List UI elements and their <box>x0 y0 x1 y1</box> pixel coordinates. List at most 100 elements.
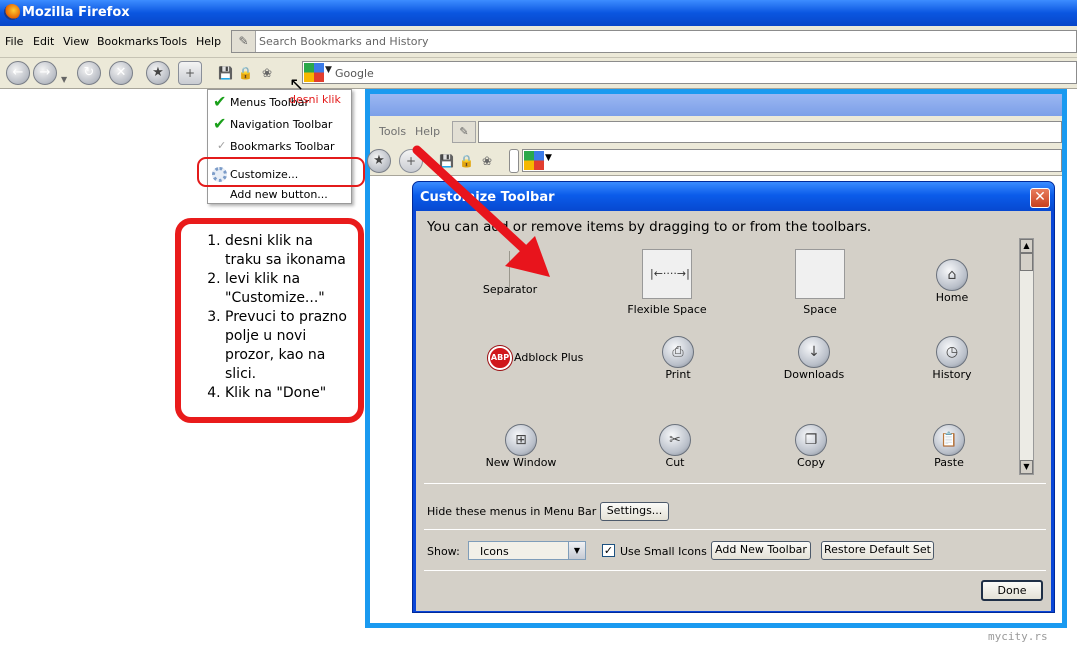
palette-item-label: History <box>932 368 972 381</box>
menu-tools[interactable]: Tools <box>160 35 187 48</box>
palette-item-label: Space <box>803 303 837 316</box>
palette-item-label: Flexible Space <box>627 303 707 316</box>
new-window-icon: ⊞ <box>505 424 537 456</box>
scroll-thumb[interactable] <box>1020 253 1033 271</box>
show-label: Show: <box>427 545 460 558</box>
divider <box>424 529 1046 530</box>
copy-icon: ❐ <box>795 424 827 456</box>
palette-item-new-window[interactable]: ⊞ New Window <box>456 424 586 501</box>
divider <box>424 483 1046 484</box>
palette-item-label: Copy <box>797 456 825 469</box>
back-button[interactable]: ← <box>6 61 30 85</box>
palette-item-copy[interactable]: ❐ Copy <box>746 424 876 501</box>
cut-icon: ✂ <box>659 424 691 456</box>
history-icon: ◷ <box>936 336 968 368</box>
save-icon[interactable]: 💾 <box>218 66 233 80</box>
new-tab-button[interactable]: + <box>178 61 202 85</box>
palette-item-print[interactable]: ⎙ Print <box>613 336 743 413</box>
use-small-icons-label: Use Small Icons <box>620 545 707 558</box>
menu-help[interactable]: Help <box>196 35 221 48</box>
palette-item-label: Adblock Plus <box>514 351 584 364</box>
stop-button[interactable]: ✕ <box>109 61 133 85</box>
close-icon[interactable]: ✕ <box>1030 188 1050 208</box>
instruction-step: desni klik na traku sa ikonama <box>225 232 352 270</box>
abp-icon: ABP <box>488 346 512 370</box>
done-button[interactable]: Done <box>981 580 1043 601</box>
menu-file[interactable]: File <box>5 35 23 48</box>
scroll-down-icon[interactable]: ▼ <box>1020 460 1033 474</box>
window-title: Mozilla Firefox <box>22 5 130 20</box>
palette-item-paste[interactable]: 📋 Paste <box>884 424 1014 501</box>
chevron-down-icon[interactable]: ▼ <box>325 65 332 75</box>
menu-view[interactable]: View <box>63 35 89 48</box>
scroll-up-icon[interactable]: ▲ <box>1020 239 1033 253</box>
history-dropdown-icon[interactable]: ▼ <box>61 75 67 84</box>
instruction-step: levi klik na "Customize..." <box>225 270 352 308</box>
navigation-toolbar[interactable]: ← → ▼ ↻ ✕ ★ + 💾 🔒 ❀ ▼ Google <box>0 58 1077 89</box>
inner-bookmarks-search-input[interactable]: ✎ <box>452 121 1062 143</box>
bookmarks-search-placeholder: Search Bookmarks and History <box>259 35 429 48</box>
web-search-input[interactable]: ▼ Google <box>302 61 1077 84</box>
palette-item-label: Print <box>665 368 691 381</box>
inner-menu-tools[interactable]: Tools <box>379 125 406 138</box>
inner-web-search-input[interactable]: ▼ <box>522 149 1062 172</box>
menu-item-label: Navigation Toolbar <box>230 118 333 131</box>
menu-item-bookmarks-toolbar[interactable]: ✓ Bookmarks Toolbar <box>208 136 351 156</box>
instruction-step: Prevuci to prazno polje u novi prozor, k… <box>225 308 352 384</box>
addons-icon[interactable]: ❀ <box>260 66 274 80</box>
menu-edit[interactable]: Edit <box>33 35 54 48</box>
instructions-box: desni klik na traku sa ikonama levi klik… <box>175 218 364 423</box>
menu-item-navigation-toolbar[interactable]: ✔ Navigation Toolbar <box>208 114 351 134</box>
inner-titlebar <box>370 94 1062 116</box>
palette-item-adblock-plus[interactable]: ABP Adblock Plus <box>476 343 606 413</box>
lock-icon[interactable]: 🔒 <box>238 66 253 80</box>
hide-menus-label: Hide these menus in Menu Bar <box>427 505 597 518</box>
search-engine-name: Google <box>335 67 374 80</box>
palette-item-label: Home <box>935 291 969 304</box>
menubar: File Edit View Bookmarks Tools Help ✎ Se… <box>0 26 1077 58</box>
palette-item-home[interactable]: ⌂ Home <box>887 249 1017 319</box>
tag-icon: ✎ <box>232 31 256 52</box>
right-click-annotation: desni klik <box>289 93 341 106</box>
palette-item-flexible-space[interactable]: |←····→| Flexible Space <box>602 249 732 319</box>
palette-item-label: Cut <box>665 456 685 469</box>
forward-button[interactable]: → <box>33 61 57 85</box>
palette-scrollbar[interactable]: ▲ ▼ <box>1019 238 1034 475</box>
firefox-logo-icon <box>4 4 20 20</box>
settings-button[interactable]: Settings... <box>600 502 669 521</box>
use-small-icons-checkbox[interactable]: ✓ <box>602 544 615 557</box>
drag-arrow-icon <box>412 145 550 277</box>
instruction-step: Klik na "Done" <box>225 384 352 403</box>
restore-default-set-button[interactable]: Restore Default Set <box>821 541 934 560</box>
checkmark-icon: ✔ <box>213 92 227 111</box>
google-engine-icon[interactable] <box>304 63 324 82</box>
space-icon <box>795 249 845 299</box>
chevron-down-icon[interactable]: ▼ <box>568 542 585 559</box>
window-titlebar: Mozilla Firefox <box>0 0 1077 26</box>
show-select[interactable]: Icons ▼ <box>468 541 586 560</box>
bookmark-star-button[interactable]: ★ <box>367 149 391 173</box>
menu-item-label: Add new button... <box>230 188 328 201</box>
paste-icon: 📋 <box>933 424 965 456</box>
checkmark-icon: ✓ <box>217 139 227 152</box>
show-select-value: Icons <box>480 545 509 558</box>
instructions-list: desni klik na traku sa ikonama levi klik… <box>181 232 352 403</box>
customize-highlight-ring <box>197 157 365 187</box>
reload-button[interactable]: ↻ <box>77 61 101 85</box>
inner-menu-help[interactable]: Help <box>415 125 440 138</box>
site-watermark: mycity.rs <box>988 630 1048 643</box>
menu-item-add-new-button[interactable]: Add new button... <box>208 184 351 204</box>
bookmark-star-button[interactable]: ★ <box>146 61 170 85</box>
palette-item-history[interactable]: ◷ History <box>887 336 1017 413</box>
palette-item-space[interactable]: Space <box>755 249 885 319</box>
home-icon: ⌂ <box>936 259 968 291</box>
palette-item-cut[interactable]: ✂ Cut <box>610 424 740 501</box>
menu-bookmarks[interactable]: Bookmarks <box>97 35 158 48</box>
palette-item-label: Paste <box>934 456 964 469</box>
palette-item-downloads[interactable]: ↓ Downloads <box>749 336 879 413</box>
palette-item-label: New Window <box>485 456 557 469</box>
bookmarks-search-input[interactable]: ✎ Search Bookmarks and History <box>231 30 1077 53</box>
mouse-cursor-icon: ↖ <box>289 74 305 95</box>
add-new-toolbar-button[interactable]: Add New Toolbar <box>711 541 811 560</box>
menu-item-label: Bookmarks Toolbar <box>230 140 335 153</box>
